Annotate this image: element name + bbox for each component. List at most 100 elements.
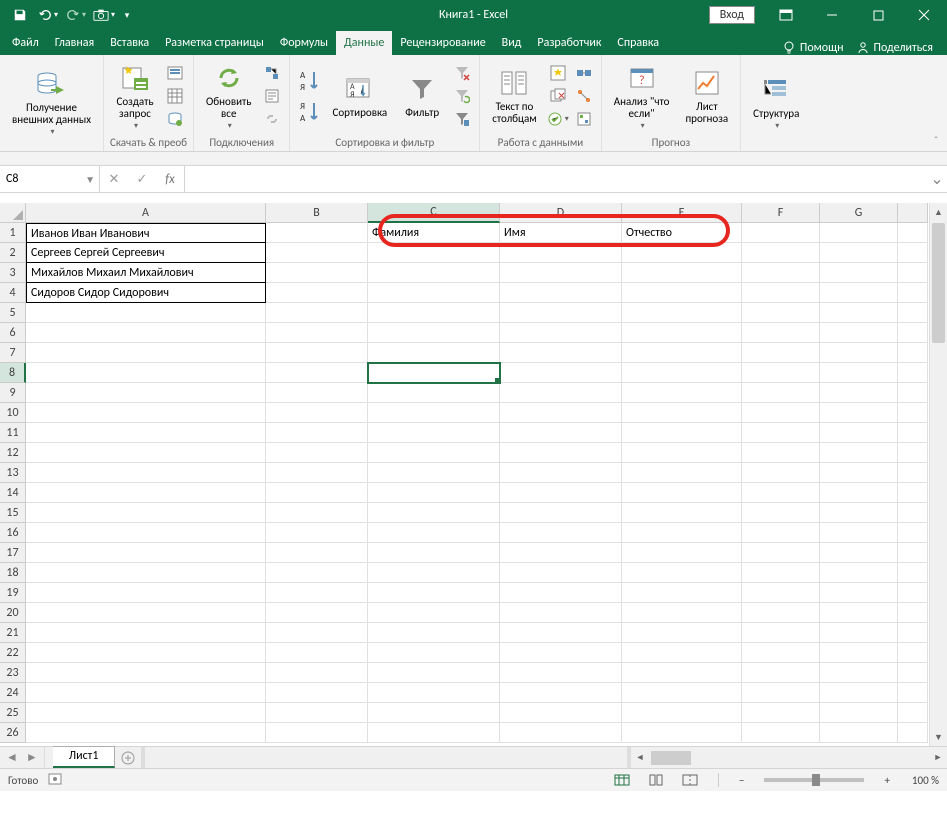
cell-F1[interactable] [742,223,820,243]
cell-E20[interactable] [622,603,742,623]
cell-A21[interactable] [26,623,266,643]
cell-A1[interactable]: Иванов Иван Иванович [26,223,266,243]
cell-G13[interactable] [820,463,898,483]
cell-B24[interactable] [266,683,368,703]
cell-E12[interactable] [622,443,742,463]
cell-C5[interactable] [368,303,500,323]
cell-D17[interactable] [500,543,622,563]
minimize-button[interactable] [809,0,855,30]
row-header-15[interactable]: 15 [0,503,26,523]
cell-G22[interactable] [820,643,898,663]
cell-G2[interactable] [820,243,898,263]
flash-fill-button[interactable] [547,62,569,84]
column-header-C[interactable]: C [368,203,500,223]
cell-B15[interactable] [266,503,368,523]
macro-record-button[interactable] [48,772,62,789]
cell-C13[interactable] [368,463,500,483]
row-header-20[interactable]: 20 [0,603,26,623]
cell-A6[interactable] [26,323,266,343]
cell-A18[interactable] [26,563,266,583]
cell-E16[interactable] [622,523,742,543]
cell-14[interactable] [898,483,928,503]
cell-F5[interactable] [742,303,820,323]
tell-me-button[interactable]: Помощн [782,41,844,55]
cell-E19[interactable] [622,583,742,603]
scroll-up-button[interactable]: ▲ [930,203,947,221]
cell-C26[interactable] [368,723,500,743]
cell-E18[interactable] [622,563,742,583]
cell-D15[interactable] [500,503,622,523]
cell-A14[interactable] [26,483,266,503]
cell-B9[interactable] [266,383,368,403]
cell-A16[interactable] [26,523,266,543]
cell-F9[interactable] [742,383,820,403]
cell-15[interactable] [898,503,928,523]
cell-E11[interactable] [622,423,742,443]
cell-19[interactable] [898,583,928,603]
cell-E14[interactable] [622,483,742,503]
tab-data[interactable]: Данные [336,31,392,55]
cell-F3[interactable] [742,263,820,283]
row-header-4[interactable]: 4 [0,283,26,303]
cell-F7[interactable] [742,343,820,363]
cell-F11[interactable] [742,423,820,443]
data-validation-button[interactable]: ▾ [547,108,569,130]
cell-B21[interactable] [266,623,368,643]
cell-E22[interactable] [622,643,742,663]
cancel-formula-button[interactable]: ✕ [100,166,128,192]
cell-E4[interactable] [622,283,742,303]
cell-A10[interactable] [26,403,266,423]
row-header-7[interactable]: 7 [0,343,26,363]
recent-sources-button[interactable] [164,108,186,130]
cell-7[interactable] [898,343,928,363]
cell-25[interactable] [898,703,928,723]
cell-F12[interactable] [742,443,820,463]
cell-A9[interactable] [26,383,266,403]
cell-24[interactable] [898,683,928,703]
cell-C23[interactable] [368,663,500,683]
cell-A23[interactable] [26,663,266,683]
cell-F25[interactable] [742,703,820,723]
cell-12[interactable] [898,443,928,463]
cell-G23[interactable] [820,663,898,683]
properties-button[interactable] [261,85,283,107]
zoom-slider[interactable] [764,778,864,782]
row-header-14[interactable]: 14 [0,483,26,503]
row-header-1[interactable]: 1 [0,223,26,243]
cell-G20[interactable] [820,603,898,623]
cell-F17[interactable] [742,543,820,563]
cell-D10[interactable] [500,403,622,423]
cell-G6[interactable] [820,323,898,343]
cell-E21[interactable] [622,623,742,643]
cell-G9[interactable] [820,383,898,403]
hscroll-thumb[interactable] [651,751,691,765]
cell-D4[interactable] [500,283,622,303]
cell-E13[interactable] [622,463,742,483]
cell-4[interactable] [898,283,928,303]
cell-B4[interactable] [266,283,368,303]
cell-D2[interactable] [500,243,622,263]
cell-C15[interactable] [368,503,500,523]
cell-D11[interactable] [500,423,622,443]
cell-F13[interactable] [742,463,820,483]
cell-D5[interactable] [500,303,622,323]
forecast-sheet-button[interactable]: Лист прогноза [679,65,734,127]
cell-G1[interactable] [820,223,898,243]
cell-G19[interactable] [820,583,898,603]
cell-B17[interactable] [266,543,368,563]
cell-D9[interactable] [500,383,622,403]
cell-E26[interactable] [622,723,742,743]
expand-formula-bar-button[interactable]: ⌄ [927,166,947,192]
cell-F10[interactable] [742,403,820,423]
cell-F16[interactable] [742,523,820,543]
sort-za-button[interactable]: ЯА [296,97,322,127]
cell-B5[interactable] [266,303,368,323]
cell-F26[interactable] [742,723,820,743]
cell-D8[interactable] [500,363,622,383]
cell-17[interactable] [898,543,928,563]
cell-A13[interactable] [26,463,266,483]
cell-D20[interactable] [500,603,622,623]
tab-insert[interactable]: Вставка [102,31,157,55]
cell-F6[interactable] [742,323,820,343]
cell-E17[interactable] [622,543,742,563]
